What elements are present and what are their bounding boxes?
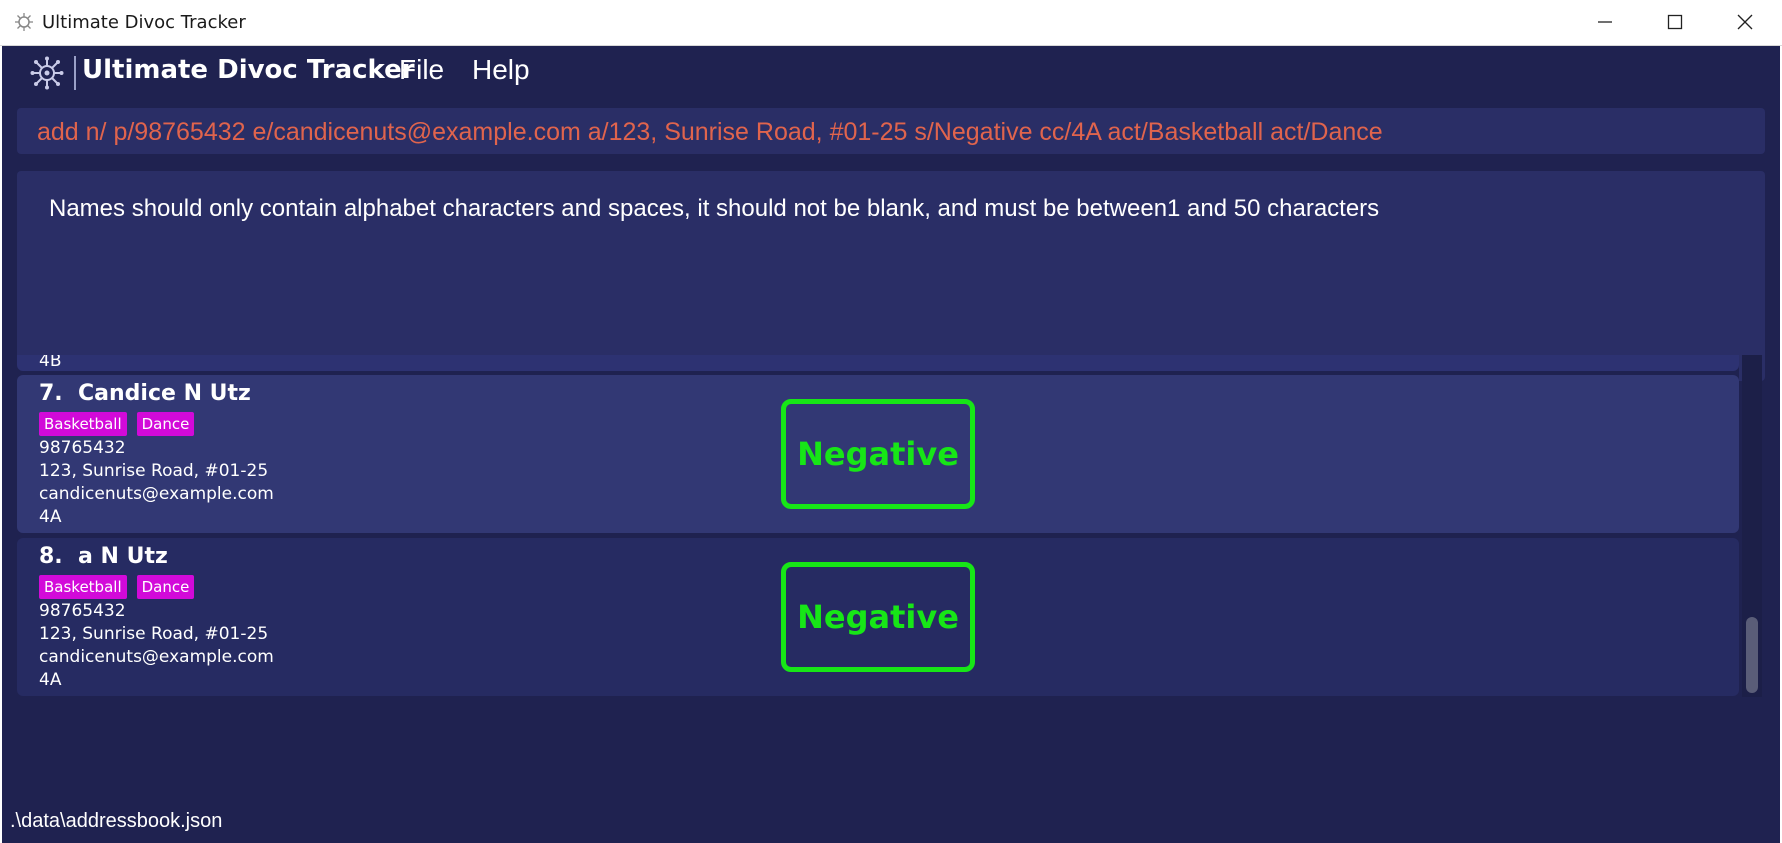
maximize-icon (1667, 14, 1683, 30)
scrollbar-thumb[interactable] (1746, 617, 1758, 693)
menu-file[interactable]: File (399, 54, 444, 86)
status-text: Negative (797, 435, 959, 473)
person-email: candicenuts@example.com (39, 647, 274, 667)
brand-title: Ultimate Divoc Tracker (82, 55, 415, 85)
person-list[interactable]: 4B 7. Candice N Utz Basketball Dance 987… (17, 355, 1739, 697)
person-name-line: 8. a N Utz (39, 544, 168, 569)
status-bar: .\data\addressbook.json (2, 802, 1780, 842)
person-address: 123, Sunrise Road, #01-25 (39, 624, 269, 644)
person-name: Candice N Utz (78, 381, 251, 406)
person-index: 7. (39, 381, 63, 406)
tag-dance: Dance (136, 412, 195, 436)
person-phone: 98765432 (39, 438, 126, 458)
list-scrollbar[interactable] (1742, 355, 1762, 697)
person-index: 8. (39, 544, 63, 569)
maximize-button[interactable] (1640, 0, 1710, 45)
data-file-path: .\data\addressbook.json (10, 810, 223, 832)
menu-help[interactable]: Help (472, 54, 530, 86)
window-title: Ultimate Divoc Tracker (42, 12, 246, 33)
person-email: candicenuts@example.com (39, 484, 274, 504)
result-display: Names should only contain alphabet chara… (17, 171, 1765, 381)
close-button[interactable] (1710, 0, 1780, 45)
person-address: 123, Sunrise Road, #01-25 (39, 461, 269, 481)
window-title-bar: Ultimate Divoc Tracker (0, 0, 1782, 46)
command-input-text[interactable]: add n/ p/98765432 e/candicenuts@example.… (37, 118, 1383, 147)
person-name: a N Utz (78, 544, 168, 569)
person-class: 4A (39, 507, 62, 527)
activity-tags: Basketball Dance (39, 575, 195, 599)
list-item-partial[interactable]: 4B (17, 355, 1739, 371)
app-virus-icon (15, 13, 33, 31)
status-text: Negative (797, 598, 959, 636)
close-icon (1737, 14, 1753, 30)
person-name-line: 7. Candice N Utz (39, 381, 251, 406)
menu-bar: Ultimate Divoc Tracker File Help (2, 46, 1780, 96)
tag-basketball: Basketball (39, 575, 127, 599)
person-card[interactable]: 7. Candice N Utz Basketball Dance 987654… (17, 375, 1739, 533)
logo-divider (74, 56, 76, 90)
result-message: Names should only contain alphabet chara… (49, 195, 1380, 222)
status-badge: Negative (781, 562, 975, 672)
tag-basketball: Basketball (39, 412, 127, 436)
person-phone: 98765432 (39, 601, 126, 621)
person-class: 4A (39, 670, 62, 690)
minimize-button[interactable] (1570, 0, 1640, 45)
virus-logo-icon (30, 56, 64, 90)
status-badge: Negative (781, 399, 975, 509)
tag-dance: Dance (136, 575, 195, 599)
partial-class-text: 4B (39, 355, 62, 371)
minimize-icon (1598, 21, 1612, 23)
person-card[interactable]: 8. a N Utz Basketball Dance 98765432 123… (17, 538, 1739, 696)
command-input[interactable]: add n/ p/98765432 e/candicenuts@example.… (17, 108, 1765, 154)
activity-tags: Basketball Dance (39, 412, 195, 436)
